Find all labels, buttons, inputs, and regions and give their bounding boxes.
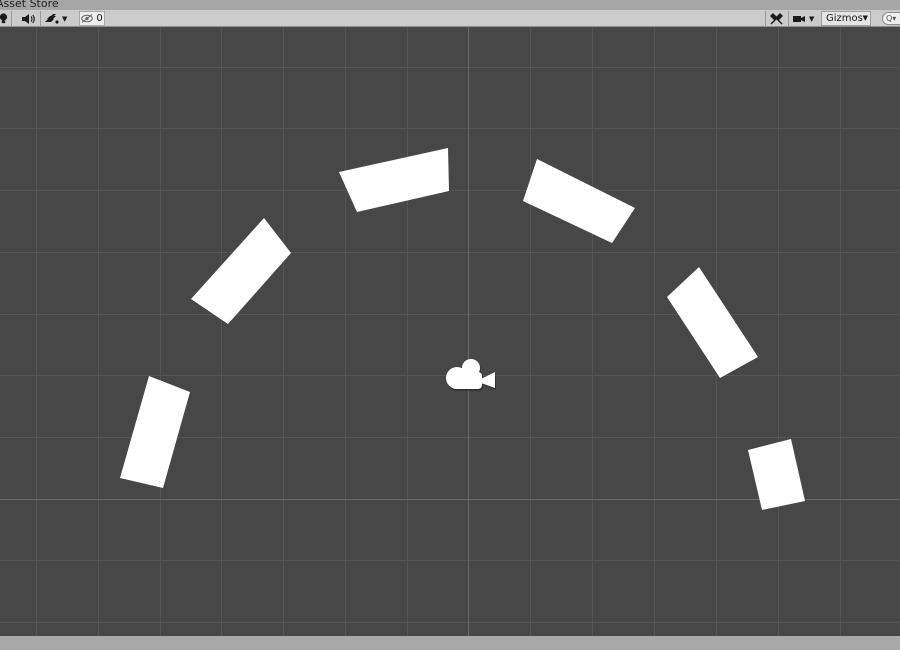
chevron-down-icon: ▼ bbox=[862, 14, 868, 22]
gizmos-dropdown[interactable]: Gizmos ▼ bbox=[821, 11, 871, 26]
scene-tools-button[interactable] bbox=[767, 11, 785, 26]
scene-grid bbox=[0, 27, 900, 636]
scene-canvas[interactable] bbox=[0, 27, 900, 636]
audio-toggle[interactable] bbox=[17, 11, 38, 26]
search-icon: Q▾ bbox=[886, 14, 897, 23]
arc-segment-1[interactable] bbox=[120, 376, 190, 488]
asset-store-tab[interactable]: Asset Store bbox=[0, 0, 59, 10]
hidden-objects-toggle[interactable]: 0 bbox=[79, 11, 105, 26]
camera-icon bbox=[792, 14, 806, 24]
window-tab-bar: Asset Store bbox=[0, 0, 900, 10]
effects-dropdown[interactable]: ▼ bbox=[44, 11, 74, 26]
arc-segment-3[interactable] bbox=[339, 148, 449, 212]
lighting-icon bbox=[0, 13, 8, 24]
arc-segment-2[interactable] bbox=[191, 218, 291, 324]
audio-icon bbox=[21, 13, 35, 24]
gizmos-label: Gizmos bbox=[826, 13, 863, 24]
bottom-status-bar bbox=[0, 636, 900, 650]
chevron-down-icon: ▼ bbox=[809, 14, 815, 23]
arc-segments bbox=[120, 148, 805, 510]
hidden-objects-icon bbox=[81, 14, 94, 23]
arc-segment-4[interactable] bbox=[523, 159, 635, 243]
effects-icon bbox=[44, 13, 59, 24]
scene-search-input[interactable]: Q▾ bbox=[882, 12, 900, 25]
tools-icon bbox=[769, 12, 783, 25]
lighting-toggle[interactable] bbox=[0, 11, 10, 26]
camera-icon bbox=[446, 359, 495, 389]
hidden-objects-count: 0 bbox=[96, 13, 103, 24]
arc-segment-5[interactable] bbox=[667, 267, 758, 378]
camera-settings-dropdown[interactable]: ▼ bbox=[792, 11, 820, 26]
scene-viewport[interactable] bbox=[0, 27, 900, 636]
scene-toolbar: ▼ 0 ▼ Gizmos ▼ Q▾ bbox=[0, 10, 900, 27]
chevron-down-icon: ▼ bbox=[62, 14, 68, 23]
